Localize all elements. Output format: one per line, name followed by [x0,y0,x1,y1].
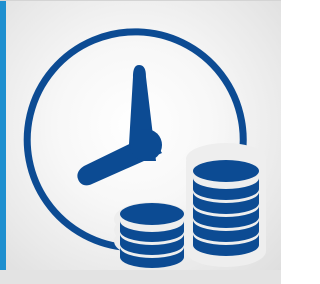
clock-hands-icon [77,65,162,186]
time-money-tile [0,0,281,284]
tall-coin-stack-icon [186,143,266,267]
time-is-money-icon [0,1,281,284]
small-coin-stack-icon [114,202,190,268]
